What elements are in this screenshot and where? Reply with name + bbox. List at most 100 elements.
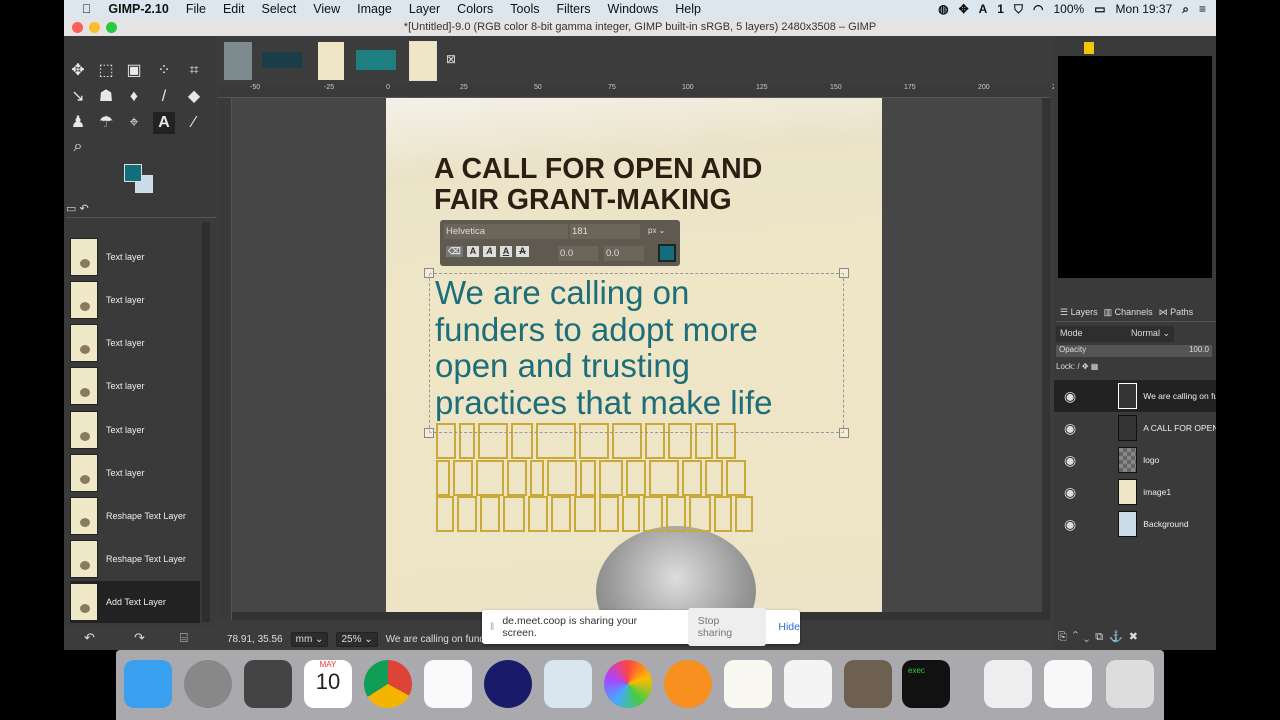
image-tab[interactable] (356, 50, 396, 70)
image-page[interactable]: A CALL FOR OPEN AND FAIR GRANT-MAKING We… (386, 98, 882, 620)
shield-icon[interactable]: ⛉ (1014, 2, 1023, 17)
textedit-icon[interactable] (724, 660, 772, 708)
tab-layers[interactable]: ☰ Layers (1060, 307, 1098, 318)
clone-tool-icon[interactable]: ♟ (67, 112, 89, 134)
visibility-eye-icon[interactable]: ◉ (1064, 452, 1094, 469)
italic-icon[interactable]: A (483, 246, 496, 257)
text-tool-icon[interactable]: A (153, 112, 175, 134)
unit-dropdown[interactable]: mm ⌄ (290, 631, 329, 647)
history-item-selected[interactable]: Add Text Layer (70, 581, 200, 623)
gimp-icon[interactable] (844, 660, 892, 708)
wifi-icon[interactable]: ◠ (1033, 2, 1043, 17)
rect-select-icon[interactable]: ⬚ (95, 60, 117, 82)
fuzzy-select-icon[interactable]: ⁘ (153, 60, 175, 82)
hide-button[interactable]: Hide (778, 621, 800, 633)
unit-select[interactable]: px ⌄ (646, 224, 678, 239)
paintbrush-icon[interactable]: / (153, 86, 175, 108)
eraser-icon[interactable]: ◆ (183, 86, 205, 108)
vertical-ruler[interactable] (218, 98, 232, 620)
color-picker-icon[interactable]: ⁄ (183, 112, 205, 134)
align-tool-icon[interactable]: ▣ (123, 60, 145, 82)
layer-row[interactable]: ◉ Background (1054, 508, 1216, 540)
lock-pixels-icon[interactable]: / (1077, 362, 1079, 371)
lock-alpha-icon[interactable]: ▦ (1091, 362, 1099, 371)
preview-icon[interactable] (544, 660, 592, 708)
bucket-fill-icon[interactable]: ♦ (123, 86, 145, 108)
menu-image[interactable]: Image (357, 2, 392, 16)
transform-tool-icon[interactable]: ☗ (95, 86, 117, 108)
battery-icon[interactable]: ▭ (1094, 2, 1105, 17)
layer-row[interactable]: ◉ image1 (1054, 476, 1216, 508)
visibility-eye-icon[interactable]: ◉ (1064, 420, 1094, 437)
duplicate-layer-icon[interactable]: ⧉ (1095, 631, 1109, 643)
folder-icon[interactable] (1044, 660, 1092, 708)
close-window-button[interactable] (72, 22, 83, 33)
font-size-field[interactable]: 181 (570, 224, 640, 239)
menu-edit[interactable]: Edit (223, 2, 245, 16)
visibility-eye-icon[interactable]: ◉ (1064, 484, 1094, 501)
app-menu[interactable]: GIMP-2.10 (108, 2, 168, 16)
menu-windows[interactable]: Windows (608, 2, 659, 16)
font-field[interactable]: Helvetica (444, 224, 568, 239)
text-box-frame[interactable] (424, 268, 849, 438)
books-icon[interactable] (664, 660, 712, 708)
kerning-field[interactable]: 0.0 (604, 246, 644, 261)
baseline-field[interactable]: 0.0 (558, 246, 598, 261)
tab-paths[interactable]: ⋈ Paths (1159, 307, 1194, 318)
close-tab-icon[interactable]: ⊠ (446, 52, 456, 66)
audacity-icon[interactable] (484, 660, 532, 708)
menu-tools[interactable]: Tools (510, 2, 539, 16)
bold-icon[interactable]: A (466, 246, 480, 257)
layer-row[interactable]: ◉ A CALL FOR OPEN (1054, 412, 1216, 444)
menu-layer[interactable]: Layer (409, 2, 440, 16)
tab-channels[interactable]: ▥ Channels (1104, 307, 1153, 318)
vertical-scrollbar[interactable] (1042, 98, 1050, 620)
resize-handle[interactable] (424, 268, 434, 278)
history-item[interactable]: Text layer (70, 279, 200, 321)
image-tab[interactable] (262, 52, 302, 68)
document-icon[interactable] (984, 660, 1032, 708)
stop-sharing-button[interactable]: Stop sharing (687, 608, 767, 646)
brush-tab-icon[interactable] (1084, 42, 1094, 54)
image-tab-active[interactable] (409, 41, 437, 81)
launchpad-icon[interactable] (184, 660, 232, 708)
menu-view[interactable]: View (313, 2, 340, 16)
menu-help[interactable]: Help (675, 2, 701, 16)
dropbox-icon[interactable]: ✥ (959, 2, 969, 17)
image-tab[interactable] (318, 42, 344, 80)
minimize-window-button[interactable] (89, 22, 100, 33)
raise-layer-icon[interactable]: ⌃ (1073, 631, 1084, 643)
zoom-dropdown[interactable]: 25% ⌄ (336, 631, 378, 647)
text-color-swatch[interactable] (658, 244, 676, 262)
clear-style-icon[interactable]: ⌫ (446, 246, 463, 257)
spotlight-icon[interactable]: ⌕ (1182, 2, 1189, 17)
underline-icon[interactable]: A (499, 246, 513, 257)
crop-tool-icon[interactable]: ⌗ (183, 60, 205, 82)
visibility-eye-icon[interactable]: ◉ (1064, 388, 1094, 405)
calendar-icon[interactable]: MAY 10 (304, 660, 352, 708)
paths-tool-icon[interactable]: ⌖ (123, 112, 145, 134)
delete-layer-icon[interactable]: ✖ (1129, 631, 1144, 643)
resize-handle[interactable] (424, 428, 434, 438)
clock[interactable]: Mon 19:37 (1116, 2, 1173, 17)
opacity-slider[interactable]: Opacity 100.0 (1056, 345, 1212, 357)
menu-colors[interactable]: Colors (457, 2, 493, 16)
apple-icon[interactable]:  (82, 2, 91, 16)
lock-position-icon[interactable]: ✥ (1082, 362, 1089, 371)
history-item[interactable]: Text layer (70, 236, 200, 278)
drag-handle-icon[interactable]: ‖ (490, 621, 494, 633)
history-item[interactable]: Reshape Text Layer (70, 538, 200, 580)
photos-icon[interactable] (604, 660, 652, 708)
heading-text-layer[interactable]: A CALL FOR OPEN AND FAIR GRANT-MAKING (434, 154, 762, 216)
move-tool-icon[interactable]: ✥ (67, 60, 89, 82)
canvas-area[interactable]: A CALL FOR OPEN AND FAIR GRANT-MAKING We… (232, 98, 1050, 620)
zoom-window-button[interactable] (106, 22, 117, 33)
libreoffice-icon[interactable] (784, 660, 832, 708)
clear-history-icon[interactable]: ⌸ (180, 630, 188, 646)
visibility-eye-icon[interactable]: ◉ (1064, 516, 1094, 533)
redo-icon[interactable]: ↷ (134, 630, 145, 646)
finder-icon[interactable] (124, 660, 172, 708)
new-layer-icon[interactable]: ⎘ (1058, 631, 1073, 643)
image-tab[interactable] (224, 42, 252, 80)
notification-icon[interactable]: ≡ (1199, 2, 1206, 17)
